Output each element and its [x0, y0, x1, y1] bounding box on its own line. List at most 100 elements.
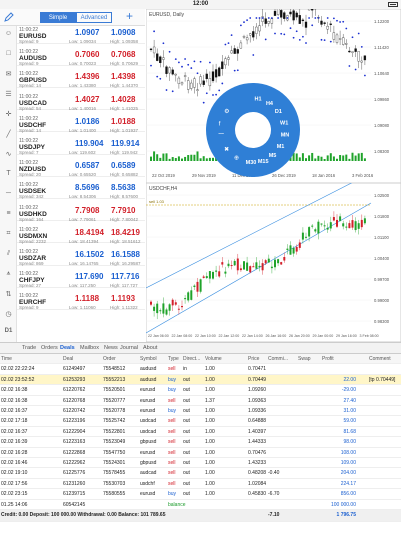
timeframe-option[interactable]: MN [281, 132, 290, 138]
column-header[interactable]: Type [168, 356, 179, 362]
table-cell: 02.02 16:37 [1, 408, 28, 414]
psar-dot [150, 64, 152, 67]
table-row[interactable]: 02.02 23:15 61239715 75580555 eurusd buy out 1… [0, 489, 401, 500]
pitchfork-icon[interactable]: ⩚ [3, 270, 14, 279]
quote-row[interactable]: 11:00:22 USDSEK Spread: 342 8.5696 8.5638 Low… [17, 181, 145, 199]
quote-row[interactable]: 11:00:22 GBPUSD Spread: 14 1.4396 1.4398 Low:… [17, 70, 145, 88]
sort-icon[interactable]: ⇅ [3, 290, 14, 299]
quote-spread: Spread: 7 [19, 150, 39, 155]
column-header[interactable]: Comment [369, 356, 391, 362]
candle [215, 270, 218, 272]
quote-row[interactable]: 11:00:22 NZDUSD Spread: 20 0.6587 0.6589 Low:… [17, 159, 145, 177]
quote-row[interactable]: 11:00:22 AUDUSD Spread: 9 0.7060 0.7068 Low: … [17, 48, 145, 66]
quote-row[interactable]: 11:00:22 EURCHF Spread: 9 1.1188 1.1193 Low: … [17, 292, 145, 310]
column-header[interactable]: Swap [298, 356, 311, 362]
column-header[interactable]: Symbol [140, 356, 157, 362]
timeframe-option[interactable]: H1 [255, 96, 262, 102]
table-row[interactable]: 02.02 16:46 61222962 75524301 gbpusd sell out… [0, 458, 401, 469]
column-header[interactable]: Order [103, 356, 116, 362]
candle [323, 225, 326, 227]
period-icon[interactable]: ◷ [3, 310, 14, 319]
period-label[interactable]: D1 [3, 328, 14, 337]
column-header[interactable]: Price [248, 356, 259, 362]
column-header[interactable]: Deal [63, 356, 73, 362]
table-cell: buy [168, 491, 177, 498]
eurusd-daily-chart[interactable]: EURUSD, Daily 1.12200 1.11420 1.10640 1.0986… [146, 9, 401, 183]
tab-mailbox[interactable]: Mailbox [80, 345, 99, 351]
advanced-tab[interactable]: Advanced [76, 12, 112, 23]
quote-row[interactable]: 11:00:22 USDCAD Spread: 54 1.4027 1.4028 Low:… [17, 93, 145, 111]
hline-icon[interactable]: ─ [3, 190, 14, 199]
quote-bid: 1.0186 [75, 116, 100, 126]
quote-row[interactable]: 11:00:22 EURUSD Spread: 9 1.0907 1.0908 Low: … [17, 26, 145, 44]
timeframe-option[interactable]: H4 [266, 101, 274, 107]
column-header[interactable]: Profit [322, 356, 334, 362]
date-tick: 22 Jan 08:00 [172, 334, 193, 338]
crosshair-icon[interactable]: ✛ [3, 110, 14, 119]
timeframe-option[interactable]: M30 [246, 160, 257, 166]
tab-news[interactable]: News [104, 345, 118, 351]
candle [150, 301, 152, 305]
table-cell: 0.45830 [248, 491, 267, 498]
quote-row[interactable]: 11:00:22 USDJPY Spread: 7 119.904 119.914 Low… [17, 137, 145, 155]
wave-icon[interactable]: ∿ [3, 150, 14, 159]
table-row[interactable]: 02.02 16:28 61222868 75547750 eurusd sell out… [0, 448, 401, 458]
table-row[interactable]: 02.02 17:18 61223196 75525742 usdcad sell out… [0, 416, 401, 427]
grid-icon[interactable]: ⌗ [3, 230, 14, 239]
column-header[interactable]: Time [1, 356, 12, 362]
fibonacci-icon[interactable]: ≡ [3, 210, 14, 219]
candle [332, 32, 336, 40]
table-cell: 1.09336 [248, 408, 267, 414]
tab-trade[interactable]: Trade [22, 345, 36, 351]
tab-deals[interactable]: Deals [60, 345, 75, 351]
quote-row[interactable]: 11:00:22 CHFJPY Spread: 27 117.690 117.716 Lo… [17, 270, 145, 288]
column-header[interactable]: Volume [205, 356, 222, 362]
psar-dot [221, 82, 224, 85]
quote-high: High: 16.29587 [110, 261, 141, 266]
table-cell: 02.02 16:28 [1, 449, 28, 456]
table-row[interactable]: 02.02 16:39 61223163 75523049 gbpusd sell out… [0, 437, 401, 448]
person-icon[interactable]: ☺ [3, 30, 14, 39]
simple-tab[interactable]: Simple [40, 12, 76, 23]
column-header[interactable]: Direct... [183, 356, 200, 362]
table-row[interactable]: 02.02 16:38 61220768 75520777 eurusd sell out… [0, 396, 401, 406]
quote-row[interactable]: 11:00:22 USDMXN Spread: 2232 18.4194 18.4219… [17, 226, 145, 244]
chat-icon[interactable]: ✉ [3, 70, 14, 79]
add-symbol-button[interactable]: + [126, 9, 133, 23]
table-row[interactable]: 01.25 14:06 60542145 balance 100 000.00 [0, 500, 401, 510]
quote-row[interactable]: 11:00:22 USDHKD Spread: 164 7.7908 7.7910 Low… [17, 204, 145, 222]
line-tool-icon[interactable]: ╱ [3, 130, 14, 139]
text-tool-icon[interactable]: T [3, 170, 14, 179]
table-row[interactable]: 02.02 23:52:52 61253293 75552213 audusd buy o… [0, 374, 401, 386]
settings-icon[interactable]: ⚙ [224, 108, 229, 115]
table-row[interactable]: 02.02 16:37 61222904 75522801 usdcad sell out… [0, 427, 401, 438]
folder-icon[interactable]: □ [3, 50, 14, 59]
psar-dot [243, 21, 245, 24]
column-header[interactable]: Commi... [268, 356, 288, 362]
timeframe-option[interactable]: W1 [280, 120, 288, 126]
price-tick: 1.00400 [374, 256, 390, 261]
timeframe-option[interactable]: M15 [258, 159, 269, 165]
quote-bid: 16.1502 [75, 250, 104, 259]
channel-icon[interactable]: ⫽ [3, 250, 14, 259]
usdchf-h4-chart[interactable]: USDCHF,H4 1.02500 1.01800 1.01100 1.00400 0.9… [146, 183, 401, 342]
table-row[interactable]: 02.02 22:22:24 61249497 75548512 audusd sell… [0, 364, 401, 375]
quote-row[interactable]: 11:00:22 USDCHF Spread: 14 1.0186 1.0188 Low:… [17, 115, 145, 133]
table-row[interactable]: 02.02 17:56 61231260 75530703 usdchf sell out… [0, 479, 401, 490]
timeframe-option[interactable]: D1 [275, 109, 282, 115]
edit-icon[interactable] [4, 12, 14, 22]
tab-about[interactable]: About [143, 345, 157, 351]
quote-high: High: 1.11322 [110, 305, 138, 311]
table-row[interactable]: 02.02 16:38 61220762 75520501 eurusd buy out 1… [0, 385, 401, 396]
table-row[interactable]: 02.02 16:37 61220742 75520778 eurusd buy out 1… [0, 406, 401, 417]
tab-journal[interactable]: Journal [120, 345, 138, 351]
crosshair-icon[interactable]: ✖ [224, 146, 229, 153]
timeframe-option[interactable]: M5 [269, 153, 277, 159]
zoom-icon[interactable]: ⊕ [234, 156, 239, 162]
quote-row[interactable]: 11:00:22 USDZAR Spread: 869 16.1502 16.1588 L… [17, 248, 145, 266]
table-row[interactable]: 02.02 19:10 61225776 75578455 audcad sell out… [0, 468, 401, 479]
timeframe-option[interactable]: M1 [277, 144, 285, 150]
table-cell: balance [168, 501, 186, 508]
document-icon[interactable]: ☰ [3, 90, 14, 99]
tab-orders[interactable]: Orders [41, 345, 58, 351]
